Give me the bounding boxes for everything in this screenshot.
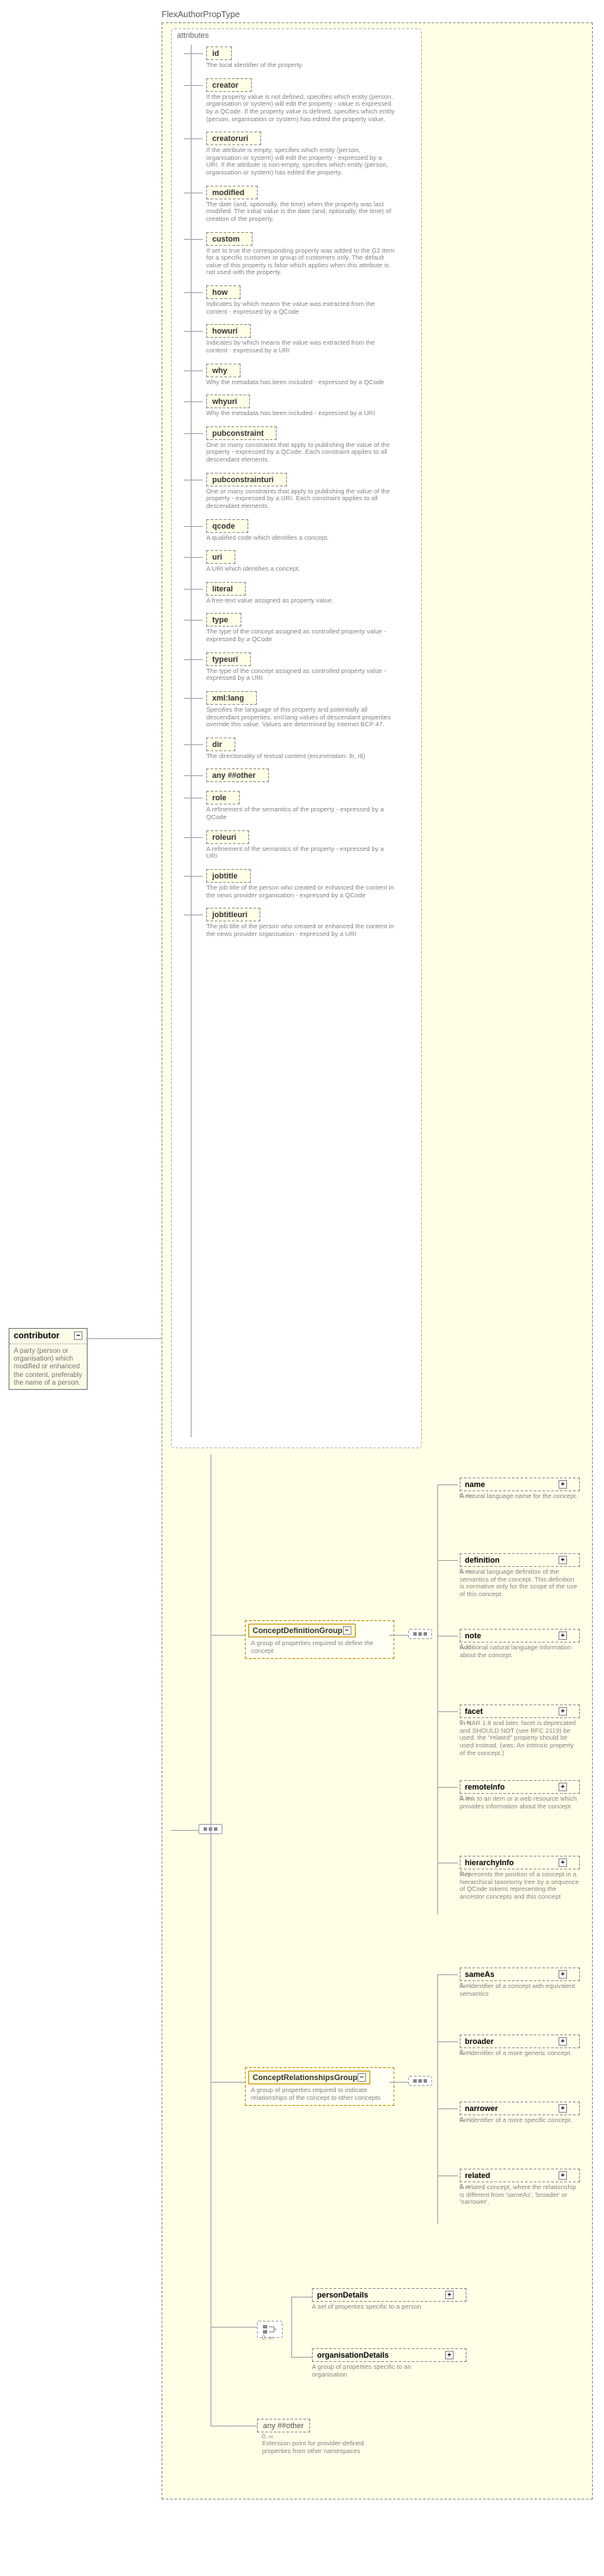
expand-icon[interactable]: + <box>445 2351 454 2359</box>
expand-icon[interactable]: + <box>558 1631 567 1640</box>
any-other: any ##other <box>257 2419 310 2432</box>
element-facet[interactable]: facet+In NAR 1.8 and later, facet is dep… <box>460 1704 580 1757</box>
root-desc: A party (person or organisation) which m… <box>9 1344 87 1389</box>
expand-icon[interactable]: + <box>558 1783 567 1791</box>
type-label: FlexAuthorPropType <box>162 10 240 20</box>
attr-uri[interactable]: uriA URI which identifies a concept. <box>206 550 414 573</box>
concept-definition-group[interactable]: ConceptDefinitionGroup− A group of prope… <box>245 1620 394 1659</box>
element-remoteinfo[interactable]: remoteInfo+A link to an item or a web re… <box>460 1780 580 1810</box>
attr-roleuri[interactable]: roleuriA refinement of the semantics of … <box>206 830 414 860</box>
attr-xmllang[interactable]: xml:langSpecifies the language of this p… <box>206 691 414 729</box>
collapse-icon[interactable]: − <box>357 2073 366 2082</box>
attr-anyother[interactable]: any ##other <box>206 768 414 782</box>
attr-pubconstrainturi[interactable]: pubconstrainturiOne or many constraints … <box>206 473 414 511</box>
element-broader[interactable]: broader+An identifier of a more generic … <box>460 2034 580 2058</box>
attr-typeuri[interactable]: typeuriThe type of the concept assigned … <box>206 652 414 682</box>
expand-icon[interactable]: + <box>558 1858 567 1867</box>
attr-custom[interactable]: customIf set to true the corresponding p… <box>206 232 414 278</box>
attr-qcode[interactable]: qcodeA qualified code which identifies a… <box>206 519 414 542</box>
attr-creator[interactable]: creatorIf the property value is not defi… <box>206 78 414 124</box>
attr-role[interactable]: roleA refinement of the semantics of the… <box>206 791 414 821</box>
attr-literal[interactable]: literalA free-text value assigned as pro… <box>206 582 414 605</box>
expand-icon[interactable]: + <box>558 1707 567 1716</box>
attr-how[interactable]: howIndicates by which means the value wa… <box>206 285 414 315</box>
expand-icon[interactable]: + <box>558 1480 567 1489</box>
attr-creatoruri[interactable]: creatoruriIf the attribute is empty, spe… <box>206 132 414 177</box>
person-details[interactable]: personDetails+ A set of properties speci… <box>312 2288 467 2311</box>
element-definition[interactable]: definition+A natural language definition… <box>460 1553 580 1599</box>
attributes-box: attributes idThe local identifier of the… <box>171 28 422 1448</box>
sequence-icon <box>408 2076 432 2086</box>
organisation-details[interactable]: organisationDetails+ A group of properti… <box>312 2348 467 2378</box>
root-name: contributor <box>14 1331 59 1341</box>
element-sameas[interactable]: sameAs+An identifier of a concept with e… <box>460 1967 580 1998</box>
attr-jobtitle[interactable]: jobtitleThe job title of the person who … <box>206 869 414 899</box>
element-note[interactable]: note+Additional natural language informa… <box>460 1629 580 1659</box>
attr-why[interactable]: whyWhy the metadata has been included - … <box>206 364 414 387</box>
element-hierarchyinfo[interactable]: hierarchyInfo+Represents the position of… <box>460 1856 580 1901</box>
collapse-icon[interactable]: − <box>74 1331 82 1340</box>
attr-id[interactable]: idThe local identifier of the property. <box>206 46 414 70</box>
concept-relationships-group[interactable]: ConceptRelationshipsGroup− A group of pr… <box>245 2067 394 2106</box>
expand-icon[interactable]: + <box>445 2291 454 2299</box>
attr-howuri[interactable]: howuriIndicates by which means the value… <box>206 324 414 354</box>
attr-pubconstraint[interactable]: pubconstraintOne or many constraints tha… <box>206 426 414 464</box>
expand-icon[interactable]: + <box>558 2171 567 2180</box>
expand-icon[interactable]: + <box>558 1556 567 1564</box>
expand-icon[interactable]: + <box>558 2104 567 2113</box>
element-related[interactable]: related+A related concept, where the rel… <box>460 2169 580 2206</box>
root-element[interactable]: contributor − A party (person or organisa… <box>9 1328 88 1390</box>
attr-dir[interactable]: dirThe directionality of textual content… <box>206 737 414 761</box>
element-name[interactable]: name+A natural language name for the con… <box>460 1478 580 1501</box>
element-narrower[interactable]: narrower+An identifier of a more specifi… <box>460 2102 580 2125</box>
sequence-icon <box>408 1629 432 1639</box>
attr-jobtitleuri[interactable]: jobtitleuriThe job title of the person w… <box>206 908 414 938</box>
expand-icon[interactable]: + <box>558 1970 567 1979</box>
expand-icon[interactable]: + <box>558 2037 567 2046</box>
type-container: attributes idThe local identifier of the… <box>162 22 593 2500</box>
collapse-icon[interactable]: − <box>343 1626 351 1635</box>
attr-whyuri[interactable]: whyuriWhy the metadata has been included… <box>206 395 414 418</box>
attr-type[interactable]: typeThe type of the concept assigned as … <box>206 613 414 643</box>
attr-modified[interactable]: modifiedThe date (and, optionally, the t… <box>206 186 414 223</box>
